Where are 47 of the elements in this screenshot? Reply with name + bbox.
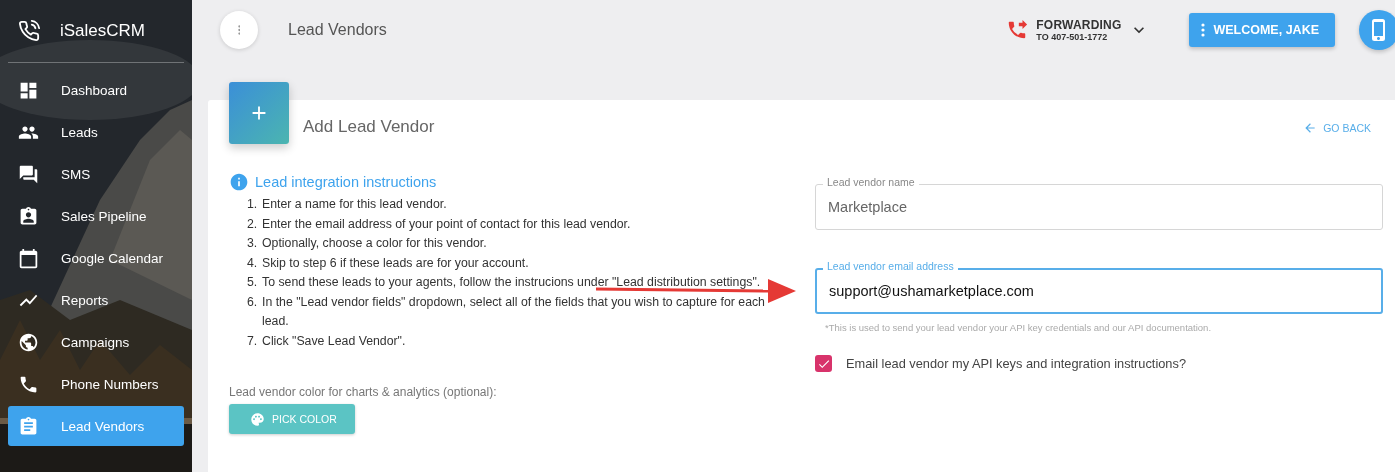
sidebar-item[interactable]: SMS	[8, 154, 184, 194]
chat-icon	[18, 163, 39, 185]
step-text: Skip to step 6 if these leads are for your account.	[262, 254, 529, 272]
step-number: 6.	[247, 293, 259, 311]
clipboard-icon	[18, 415, 39, 437]
info-icon	[229, 172, 249, 192]
sidebar-item[interactable]: Sales Pipeline	[8, 196, 184, 236]
step-number: 7.	[247, 332, 259, 350]
step-text: Enter a name for this lead vendor.	[262, 196, 447, 213]
globe-icon	[18, 331, 39, 353]
badge-icon	[18, 205, 39, 227]
forwarding-dropdown[interactable]: FORWARDING TO 407-501-1772	[1006, 18, 1150, 42]
step-number: 4.	[247, 254, 259, 272]
more-icon	[237, 25, 241, 35]
step-text: Click "Save Lead Vendor".	[262, 332, 406, 350]
calendar-icon	[18, 247, 39, 269]
step-number: 2.	[247, 215, 259, 233]
brand-name: iSalesCRM	[60, 21, 146, 41]
checkbox[interactable]	[815, 355, 832, 372]
phone-forward-icon	[1006, 19, 1029, 41]
sidebar-item[interactable]: Google Calendar	[8, 238, 184, 278]
sidebar-item[interactable]: Leads	[8, 112, 184, 152]
sidebar-item[interactable]: Phone Numbers	[8, 364, 184, 404]
step-text: To send these leads to your agents, follow the instrucions under "Lead distribution settings".	[262, 274, 761, 291]
phone-button[interactable]	[1359, 10, 1395, 50]
back-arrow-icon	[1303, 121, 1318, 135]
page-title: Lead Vendors	[288, 21, 387, 39]
step-text: Optionally, choose a color for this vendor.	[262, 235, 487, 252]
helper-text: *This is used to send your lead vendor your API key credentials and our API documentation.	[825, 322, 1213, 333]
step-number: 3.	[247, 235, 259, 252]
color-label: Lead vendor color for charts & analytics (optional):	[229, 385, 498, 399]
sidebar-item[interactable]: Campaigns	[8, 322, 184, 362]
step-text: In the "Lead vendor fields" dropdown, select all of the fields that you wish to capture for each lead.	[262, 293, 766, 330]
sidebar-item[interactable]: Reports	[8, 280, 184, 320]
forwarding-number: TO 407-501-1772	[1036, 32, 1108, 42]
forwarding-label: FORWARDING	[1036, 18, 1122, 32]
step-number: 5.	[247, 274, 259, 291]
step-text: Enter the email address of your point of contact for this lead vendor.	[262, 215, 631, 233]
more-icon	[1201, 23, 1206, 37]
field-label: Lead vendor email address	[823, 260, 958, 272]
card-title: Add Lead Vendor	[303, 117, 435, 137]
step-number: 1.	[247, 196, 259, 213]
phone-icon	[18, 20, 40, 42]
field-label: Lead vendor name	[823, 176, 919, 188]
instructions-title: Lead integration instructions	[255, 174, 437, 190]
checkbox-label: Email lead vendor my API keys and integration instructions?	[846, 356, 1186, 371]
palette-icon	[250, 411, 265, 427]
